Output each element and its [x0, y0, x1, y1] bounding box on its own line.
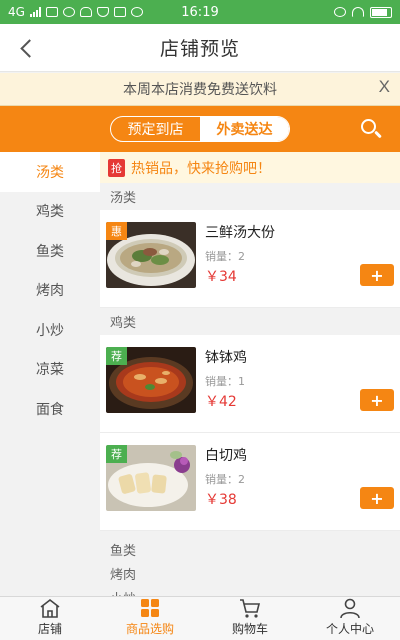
battery-icon — [370, 6, 392, 18]
dish-image-soup: 惠 — [106, 222, 196, 288]
order-mode-toggle: 预定到店 外卖送达 — [110, 116, 290, 142]
search-button[interactable] — [360, 118, 384, 142]
nav-bar: 店铺预览 — [0, 24, 400, 72]
dish-tag: 荐 — [106, 347, 127, 365]
dish-name: 钵钵鸡 — [205, 350, 247, 366]
category-sidebar: 汤类 鸡类 鱼类 烤肉 小炒 凉菜 面食 — [0, 152, 100, 596]
bottom-tab-bar: 店铺 商品选购 购物车 个人中心 — [0, 596, 400, 640]
page-title: 店铺预览 — [159, 38, 240, 60]
chevron-left-icon — [19, 38, 39, 58]
dish-image-bobo-chicken: 荐 — [106, 347, 196, 413]
tab-store[interactable]: 店铺 — [0, 597, 100, 640]
promo-banner: 抢 热销品，快来抢购吧！ — [100, 152, 400, 183]
notice-banner: 本周本店消费免费送饮料 X — [0, 73, 400, 106]
cart-icon — [238, 597, 262, 619]
add-to-cart-button[interactable]: + — [360, 487, 394, 509]
mode-option-delivery[interactable]: 外卖送达 — [200, 117, 289, 141]
alarm-icon — [334, 7, 346, 17]
more-sections: 鱼类 烤肉 小炒 — [100, 531, 400, 597]
dish-item[interactable]: 荐 白切鸡 销量：2 ￥38 + — [100, 433, 400, 531]
category-item[interactable]: 汤类 — [0, 152, 100, 192]
dish-sales: 销量：2 — [205, 250, 245, 263]
dish-price: ￥42 — [205, 394, 237, 410]
tab-profile[interactable]: 个人中心 — [300, 597, 400, 640]
tab-cart[interactable]: 购物车 — [200, 597, 300, 640]
dish-tag: 荐 — [106, 445, 127, 463]
category-item[interactable]: 鸡类 — [0, 192, 100, 232]
mode-bar: 预定到店 外卖送达 — [0, 106, 400, 152]
dish-sales: 销量：1 — [205, 375, 245, 388]
dish-item[interactable]: 惠 三鲜汤大份 销量：2 ￥34 + — [100, 210, 400, 308]
tab-label: 商品选购 — [125, 622, 174, 636]
grid-icon — [138, 597, 162, 619]
back-button[interactable] — [8, 30, 44, 66]
category-item[interactable]: 小炒 — [0, 310, 100, 350]
wifi-icon — [352, 7, 364, 17]
category-item[interactable]: 面食 — [0, 389, 100, 429]
dish-name: 三鲜汤大份 — [205, 225, 275, 241]
category-item[interactable]: 鱼类 — [0, 231, 100, 271]
tab-label: 购物车 — [231, 622, 268, 636]
dish-sales: 销量：2 — [205, 473, 245, 486]
product-list[interactable]: 抢 热销品，快来抢购吧！ 汤类 惠 三鲜汤大份 销量：2 ￥34 + 鸡类 荐 … — [100, 152, 400, 596]
qq-icon — [79, 7, 92, 17]
mail-icon — [113, 7, 126, 17]
tab-label: 店铺 — [37, 622, 62, 636]
network-label: 4G — [8, 5, 25, 19]
user-icon — [338, 597, 362, 619]
close-notice-button[interactable]: X — [379, 77, 390, 97]
dish-item[interactable]: 荐 钵钵鸡 销量：1 ￥42 + — [100, 335, 400, 433]
status-bar: 4G 16:19 — [0, 0, 400, 24]
promo-text: 热销品，快来抢购吧！ — [131, 160, 271, 177]
mode-option-dine-in[interactable]: 预定到店 — [111, 117, 200, 141]
dish-tag: 惠 — [106, 222, 127, 240]
section-header: 小炒 — [100, 585, 400, 597]
tab-label: 个人中心 — [325, 622, 374, 636]
dish-price: ￥38 — [205, 492, 237, 508]
category-item[interactable]: 凉菜 — [0, 350, 100, 390]
store-icon — [38, 597, 62, 619]
add-to-cart-button[interactable]: + — [360, 389, 394, 411]
tab-shopping[interactable]: 商品选购 — [100, 597, 200, 640]
section-header: 鱼类 — [110, 543, 137, 559]
notification-icon — [45, 7, 58, 17]
dish-image-white-cut-chicken: 荐 — [106, 445, 196, 511]
alarm-icon — [130, 7, 143, 17]
shield-icon — [96, 7, 109, 17]
section-header: 汤类 — [110, 191, 137, 206]
dish-price: ￥34 — [205, 269, 237, 285]
promo-badge: 抢 — [108, 158, 125, 177]
notice-text: 本周本店消费免费送饮料 — [123, 82, 277, 98]
signal-icon — [29, 7, 41, 17]
section-header: 烤肉 — [110, 567, 137, 583]
dish-name: 白切鸡 — [205, 448, 247, 464]
chat-icon — [62, 7, 75, 17]
add-to-cart-button[interactable]: + — [360, 264, 394, 286]
category-item[interactable]: 烤肉 — [0, 271, 100, 311]
section-header: 鸡类 — [110, 316, 137, 331]
